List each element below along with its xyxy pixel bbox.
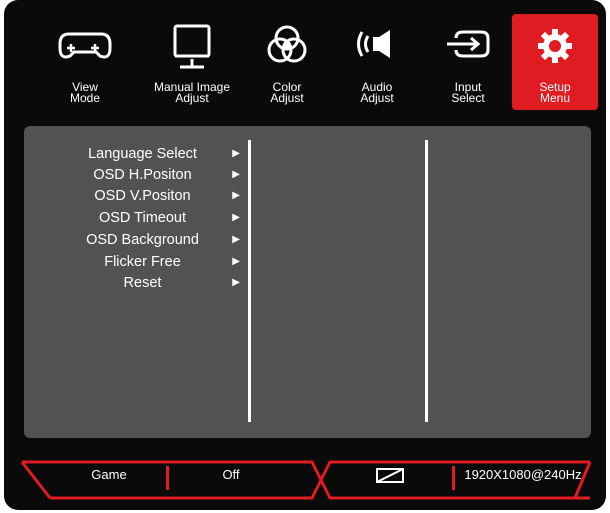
- gear-icon: [512, 22, 598, 74]
- tab-label-line2: Adjust: [175, 91, 209, 105]
- tab-audio-adjust[interactable]: Audio Adjust: [334, 14, 420, 110]
- menu-item-reset[interactable]: Reset ▶: [64, 272, 240, 294]
- menu-item-osd-background[interactable]: OSD Background ▶: [64, 229, 240, 251]
- speaker-icon: [334, 22, 420, 74]
- menu-item-osd-timeout[interactable]: OSD Timeout ▶: [64, 207, 240, 229]
- tab-view-mode[interactable]: View Mode: [42, 14, 128, 110]
- arrow-right-icon: ▶: [232, 148, 240, 159]
- status-resolution: 1920X1080@240Hz: [464, 467, 582, 482]
- status-setting: Off: [222, 467, 240, 482]
- monitor-icon: [149, 22, 235, 74]
- menu-item-label: OSD V.Positon: [94, 188, 191, 204]
- tab-label-line2: Menu: [539, 91, 571, 105]
- tab-setup-menu[interactable]: Setup Menu: [512, 14, 598, 110]
- menu-item-osd-v-position[interactable]: OSD V.Positon ▶: [64, 185, 240, 207]
- status-mode: Game: [91, 467, 127, 482]
- color-circles-icon: [244, 22, 330, 74]
- arrow-right-icon: ▶: [232, 256, 240, 267]
- menu-item-label: OSD Timeout: [98, 210, 187, 226]
- menu-item-label: OSD H.Positon: [93, 167, 192, 183]
- column-divider: [248, 140, 251, 422]
- arrow-right-icon: ▶: [232, 234, 240, 245]
- menu-item-label: OSD Background: [86, 232, 199, 248]
- tab-input-select[interactable]: Input Select: [425, 14, 511, 110]
- tab-label-line2: Adjust: [270, 91, 304, 105]
- arrow-right-icon: ▶: [232, 190, 240, 201]
- tab-label-line2: Adjust: [360, 91, 394, 105]
- input-arrow-icon: [425, 22, 511, 74]
- menu-item-language-select[interactable]: Language Select ▶: [64, 143, 240, 165]
- arrow-right-icon: ▶: [232, 169, 240, 180]
- setup-menu-panel: Language Select ▶ OSD H.Positon ▶ OSD V.…: [24, 126, 591, 438]
- arrow-right-icon: ▶: [232, 277, 240, 288]
- menu-item-osd-h-position[interactable]: OSD H.Positon ▶: [64, 164, 240, 186]
- tab-label-line2: Mode: [69, 91, 101, 105]
- column-divider: [425, 140, 428, 422]
- gamepad-icon: [42, 22, 128, 74]
- tab-label-line2: Select: [451, 91, 485, 105]
- arrow-right-icon: ▶: [232, 212, 240, 223]
- aspect-ratio-icon: [370, 461, 410, 489]
- menu-item-flicker-free[interactable]: Flicker Free ▶: [64, 251, 240, 273]
- menu-item-label: Reset: [123, 275, 162, 291]
- tab-manual-image-adjust[interactable]: Manual Image Adjust: [149, 14, 235, 110]
- menu-item-label: Flicker Free: [104, 254, 181, 270]
- tab-color-adjust[interactable]: Color Adjust: [244, 14, 330, 110]
- menu-item-label: Language Select: [88, 146, 197, 162]
